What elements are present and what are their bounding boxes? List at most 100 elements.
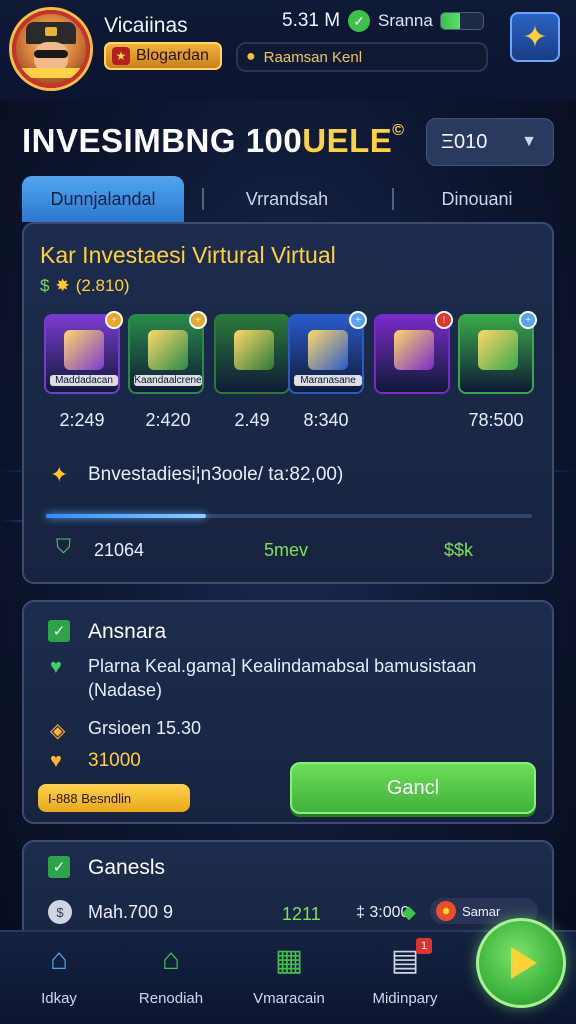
rank-badge[interactable]: ★ Blogardan — [104, 42, 222, 70]
tab-divider — [392, 188, 394, 210]
page-title: INVESIMBNG 100UELE© — [22, 122, 405, 160]
nav-label: Idkay — [41, 990, 77, 1007]
coin-balance: 5.31 M — [282, 10, 341, 31]
nav-item-home[interactable]: ⌂ Idkay — [4, 940, 114, 1020]
page-title-mark: © — [392, 122, 405, 139]
item-badge: + — [349, 311, 367, 329]
home-icon: ⌂ — [49, 943, 69, 976]
games-user: Mah.700 9 — [88, 902, 174, 922]
cash-stack-icon — [234, 330, 274, 370]
item-card[interactable]: + — [458, 311, 537, 394]
stat-right: $$k — [444, 540, 474, 560]
refresh-coin-icon — [394, 330, 434, 370]
shield-icon: ⛉ — [56, 536, 71, 558]
fire-icon: ✹ — [436, 901, 456, 921]
investment-balance-value: (2.810) — [75, 276, 130, 295]
item-price: 78:500 — [468, 410, 524, 430]
offer-description: Plarna Keal.gama] Kealindamabsal bamusis… — [88, 656, 477, 700]
nav-label: Midinpary — [372, 990, 438, 1007]
investment-balance: $ ✸ (2.810) — [40, 276, 130, 296]
tab-dunnjalandal[interactable]: Dunnjalandal — [22, 176, 184, 222]
nav-item-vmaracain[interactable]: ▦ Vmaracain — [234, 940, 344, 1020]
investment-progress — [46, 514, 532, 518]
tab-divider — [202, 188, 204, 210]
item-card[interactable]: Maranasane + — [288, 311, 367, 394]
star-icon: ✦ — [522, 20, 548, 54]
offer-tag-label: I-888 Besndlin — [48, 790, 132, 806]
clock-icon: ◈ — [50, 720, 66, 742]
tab-bar: Dunnjalandal Vrrandsah Dinouani — [22, 176, 554, 222]
status-label: Sranna — [378, 11, 433, 30]
item-card[interactable]: Kaandaalcrene + — [128, 311, 207, 394]
rank-icon: ★ — [112, 47, 130, 65]
page-title-main: INVESIMBNG 100 — [22, 122, 303, 159]
chart-crate-icon — [148, 330, 188, 370]
search-text: Raamsan Kenl — [263, 48, 363, 66]
investment-progress-fill — [46, 514, 207, 518]
item-name: Maranasane — [294, 375, 362, 386]
shield-dollar-icon — [478, 330, 518, 370]
page-title-accent: UELE — [302, 122, 393, 159]
dollar-icon: $ — [40, 276, 50, 295]
nav-item-renodiah[interactable]: ⌂ Renodiah — [116, 940, 226, 1020]
offer-time: Grsioen 15.30 — [88, 718, 202, 738]
user-avatar-icon: $ — [48, 900, 72, 924]
item-card[interactable]: ! — [374, 311, 453, 394]
avatar-cap — [26, 22, 76, 44]
investment-note: Bnvestadiesi¦n3oole/ ta:82,00) — [88, 464, 344, 485]
avatar-glasses — [34, 50, 68, 58]
nav-item-midinpary[interactable]: ▤ 1 Midinpary — [350, 938, 460, 1020]
player-name: Vicaiinas — [104, 14, 188, 37]
games-title: Ganesls — [88, 856, 166, 879]
tab-vrrandsah[interactable]: Vrrandsah — [212, 176, 362, 222]
item-badge: ! — [435, 311, 453, 329]
house-icon: ⌂ — [161, 943, 181, 976]
tab-dinouani[interactable]: Dinouani — [402, 176, 552, 222]
energy-meter-fill — [441, 13, 460, 29]
item-badge: + — [519, 311, 537, 329]
chevron-down-icon: ▼ — [521, 133, 537, 150]
investment-title: Kar Investaesi Virtural Virtual — [40, 242, 336, 268]
offer-action-button[interactable]: Gancl — [290, 762, 536, 814]
games-score: 1211 — [282, 904, 321, 924]
player-avatar[interactable] — [12, 10, 90, 88]
investment-panel: Kar Investaesi Virtural Virtual $ ✸ (2.8… — [22, 222, 554, 584]
item-card[interactable] — [214, 314, 290, 394]
sparkle-icon: ✦ — [50, 462, 69, 487]
checkbox-icon[interactable]: ✓ — [48, 856, 70, 878]
level-dropdown[interactable]: Ξ010 ▼ — [426, 118, 554, 166]
check-icon: ✓ — [348, 10, 370, 32]
notification-badge: 1 — [416, 938, 432, 954]
stat-left: 21064 — [94, 540, 145, 560]
nav-label: Renodiah — [138, 990, 204, 1007]
play-icon — [511, 947, 537, 979]
heart-coin-icon: ♥ — [50, 750, 62, 772]
item-price: 2:249 — [59, 410, 105, 430]
level-dropdown-value: Ξ010 — [441, 130, 488, 153]
item-price: 8:340 — [303, 410, 349, 430]
item-badge: + — [105, 311, 123, 329]
item-name: Kaandaalcrene — [134, 375, 202, 386]
top-bar: Vicaiinas ★ Blogardan 5.31 M ✓ Sranna ● … — [0, 0, 576, 100]
coin-stack-icon: ✸ — [55, 276, 70, 295]
coin-icon: ● — [246, 48, 256, 65]
nav-label: Vmaracain — [253, 990, 325, 1007]
stat-middle: 5mev — [264, 540, 309, 560]
checkbox-icon[interactable]: ✓ — [48, 620, 70, 642]
star-button[interactable]: ✦ — [510, 12, 560, 62]
cards-icon: ▦ — [274, 943, 304, 977]
item-price: 2.49 — [234, 410, 270, 430]
rank-label: Blogardan — [136, 47, 209, 64]
heart-icon: ♥ — [50, 656, 62, 678]
offer-tag[interactable]: I-888 Besndlin — [38, 784, 190, 812]
gem-icon: ◆ — [402, 902, 416, 922]
item-card[interactable]: Maddadacan + — [44, 311, 123, 394]
offer-panel: ✓ Ansnara ♥ Plarna Keal.gama] Kealindama… — [22, 600, 554, 824]
search-bar[interactable]: ● Raamsan Kenl — [236, 42, 488, 72]
gold-crate-icon — [64, 330, 104, 370]
avatar-band — [20, 68, 82, 78]
play-button[interactable] — [476, 918, 566, 1008]
item-name: Maddadacan — [50, 375, 118, 386]
item-price: 2:420 — [145, 410, 191, 430]
treasure-chest-icon — [308, 330, 348, 370]
